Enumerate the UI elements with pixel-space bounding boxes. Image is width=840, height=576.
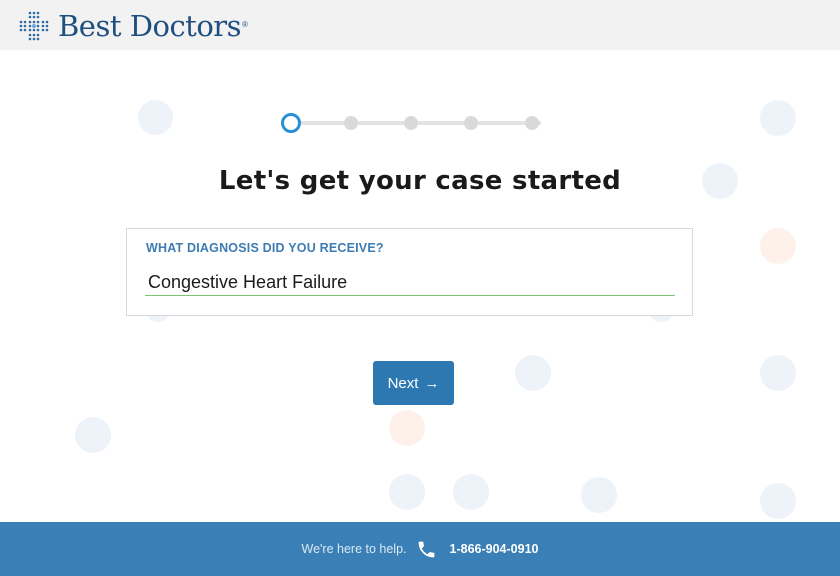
next-button-label: Next <box>387 374 419 392</box>
decorative-bubble <box>389 474 425 510</box>
arrow-right-icon: → <box>424 374 440 392</box>
decorative-bubble <box>760 355 796 391</box>
decorative-bubble <box>453 474 489 510</box>
help-footer: We're here to help. 1-866-904-0910 <box>0 522 840 576</box>
step-5-indicator <box>525 116 539 130</box>
decorative-bubble <box>138 100 173 135</box>
step-3-indicator <box>404 116 418 130</box>
decorative-bubble <box>581 477 617 513</box>
step-1-indicator <box>281 113 301 133</box>
registered-mark: ® <box>242 19 248 29</box>
decorative-bubble <box>760 100 796 136</box>
decorative-bubble <box>515 355 551 391</box>
decorative-bubble <box>389 410 425 446</box>
progress-stepper <box>281 112 541 134</box>
logo-wordmark: Best Doctors <box>58 9 242 43</box>
page-title: Let's get your case started <box>218 166 622 196</box>
decorative-bubble <box>760 228 796 264</box>
step-2-indicator <box>344 116 358 130</box>
diagnosis-input[interactable] <box>145 266 675 296</box>
phone-number-link[interactable]: 1-866-904-0910 <box>450 542 539 556</box>
next-button[interactable]: Next → <box>373 361 454 405</box>
dotted-cross-icon <box>19 11 49 41</box>
decorative-bubble <box>75 417 111 453</box>
diagnosis-field-label: WHAT DIAGNOSIS DID YOU RECEIVE? <box>146 241 384 255</box>
stepper-connector <box>301 121 541 125</box>
phone-icon <box>418 541 434 557</box>
best-doctors-logo[interactable]: Best Doctors ® <box>19 10 248 42</box>
help-text: We're here to help. <box>301 542 407 556</box>
step-4-indicator <box>464 116 478 130</box>
diagnosis-card: WHAT DIAGNOSIS DID YOU RECEIVE? <box>126 228 693 316</box>
top-header: Best Doctors ® <box>0 0 840 50</box>
decorative-bubble <box>760 483 796 519</box>
